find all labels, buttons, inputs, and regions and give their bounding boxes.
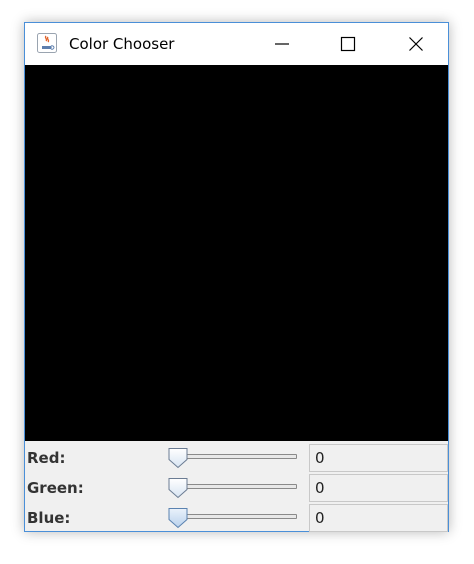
minimize-button[interactable] <box>259 23 305 65</box>
blue-row: Blue: 0 <box>25 503 448 533</box>
maximize-button[interactable] <box>325 23 371 65</box>
red-label: Red: <box>27 449 66 467</box>
green-value-field[interactable]: 0 <box>309 474 448 502</box>
close-button[interactable] <box>393 23 439 65</box>
blue-value-field[interactable]: 0 <box>309 504 448 532</box>
red-value-field[interactable]: 0 <box>309 444 448 472</box>
color-preview-panel <box>25 65 448 441</box>
green-label: Green: <box>27 479 84 497</box>
minimize-icon <box>275 43 289 45</box>
blue-slider-thumb[interactable] <box>167 507 189 529</box>
window-title: Color Chooser <box>69 35 175 53</box>
title-bar[interactable]: Color Chooser <box>25 23 448 65</box>
red-slider-track[interactable] <box>171 454 297 459</box>
blue-slider-track[interactable] <box>171 514 297 519</box>
color-chooser-window: Color Chooser Red: 0 Green: 0 Blue: 0 <box>24 22 449 532</box>
red-slider-thumb[interactable] <box>167 447 189 469</box>
blue-slider[interactable] <box>167 506 303 530</box>
green-slider[interactable] <box>167 476 303 500</box>
green-slider-thumb[interactable] <box>167 477 189 499</box>
color-controls: Red: 0 Green: 0 Blue: 0 <box>25 443 448 533</box>
red-slider[interactable] <box>167 446 303 470</box>
maximize-icon <box>340 36 356 52</box>
java-cup-icon <box>37 33 57 53</box>
close-icon <box>409 37 423 51</box>
blue-label: Blue: <box>27 509 71 527</box>
green-row: Green: 0 <box>25 473 448 503</box>
red-row: Red: 0 <box>25 443 448 473</box>
green-slider-track[interactable] <box>171 484 297 489</box>
